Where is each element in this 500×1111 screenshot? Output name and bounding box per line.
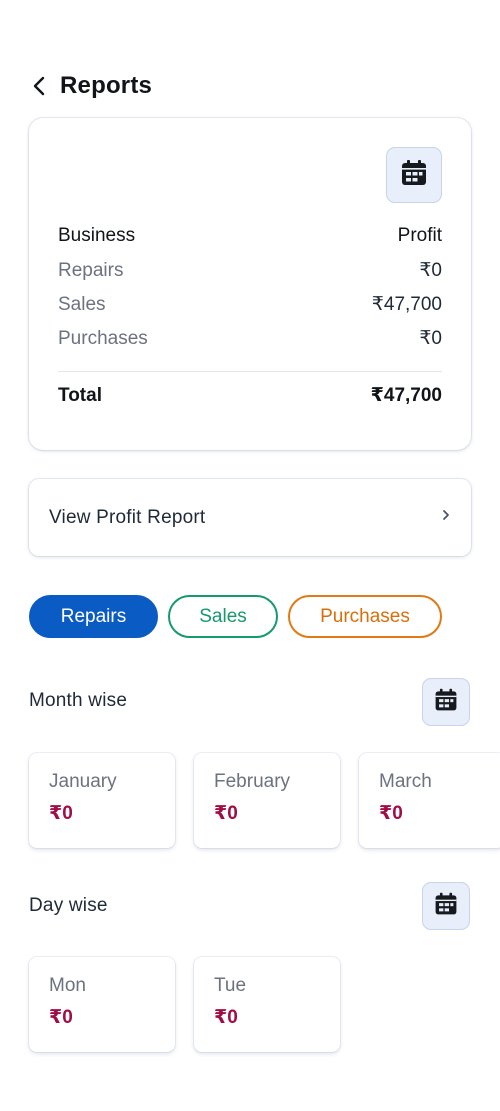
profit-summary-card: Business Profit Repairs ₹0 Sales ₹47,700…	[29, 118, 471, 450]
month-label: February	[214, 771, 291, 792]
day-wise-title: Day wise	[29, 895, 108, 916]
day-tile[interactable]: Tue ₹0	[194, 957, 340, 1052]
month-tile[interactable]: February ₹0	[194, 753, 340, 848]
day-wise-calendar-button[interactable]	[422, 882, 470, 930]
total-value: ₹47,700	[370, 385, 442, 406]
row-label: Purchases	[58, 327, 148, 349]
chevron-right-icon	[441, 508, 451, 527]
row-label: Repairs	[58, 259, 124, 281]
business-column-label: Business	[58, 225, 136, 246]
day-wise-list: Mon ₹0 Tue ₹0	[29, 957, 340, 1052]
day-value: ₹0	[214, 1007, 238, 1028]
summary-divider	[58, 371, 442, 372]
month-tile[interactable]: January ₹0	[29, 753, 175, 848]
calendar-icon	[433, 687, 459, 718]
month-label: March	[379, 771, 432, 792]
month-tile[interactable]: March ₹0	[359, 753, 500, 848]
month-value: ₹0	[379, 803, 403, 824]
row-value: ₹0	[419, 260, 442, 281]
filter-chip-sales[interactable]: Sales	[168, 595, 278, 638]
total-label: Total	[58, 384, 102, 406]
summary-row-repairs: Repairs ₹0	[58, 259, 442, 282]
page-header: Reports	[28, 66, 152, 106]
summary-total-row: Total ₹47,700	[58, 384, 442, 407]
month-value: ₹0	[214, 803, 238, 824]
day-value: ₹0	[49, 1007, 73, 1028]
summary-header-row: Business Profit	[58, 225, 442, 247]
view-profit-report-button[interactable]: View Profit Report	[29, 479, 471, 556]
month-label: January	[49, 771, 117, 792]
filter-chip-repairs[interactable]: Repairs	[29, 595, 158, 638]
day-label: Mon	[49, 975, 86, 996]
summary-calendar-button[interactable]	[386, 147, 442, 203]
month-wise-calendar-button[interactable]	[422, 678, 470, 726]
month-wise-title: Month wise	[29, 690, 128, 711]
month-value: ₹0	[49, 803, 73, 824]
calendar-icon	[399, 158, 429, 193]
page-title: Reports	[60, 72, 153, 99]
calendar-icon	[433, 891, 459, 922]
row-label: Sales	[58, 293, 106, 315]
summary-row-purchases: Purchases ₹0	[58, 327, 442, 350]
view-profit-report-label: View Profit Report	[49, 506, 206, 528]
month-wise-list: January ₹0 February ₹0 March ₹0	[29, 753, 500, 848]
summary-row-sales: Sales ₹47,700	[58, 293, 442, 316]
chevron-left-icon[interactable]	[28, 75, 50, 97]
report-type-filters: Repairs Sales Purchases	[29, 595, 442, 638]
row-value: ₹47,700	[371, 294, 442, 315]
filter-chip-purchases[interactable]: Purchases	[288, 595, 442, 638]
profit-column-label: Profit	[397, 225, 442, 246]
row-value: ₹0	[419, 328, 442, 349]
day-label: Tue	[214, 975, 247, 996]
day-tile[interactable]: Mon ₹0	[29, 957, 175, 1052]
